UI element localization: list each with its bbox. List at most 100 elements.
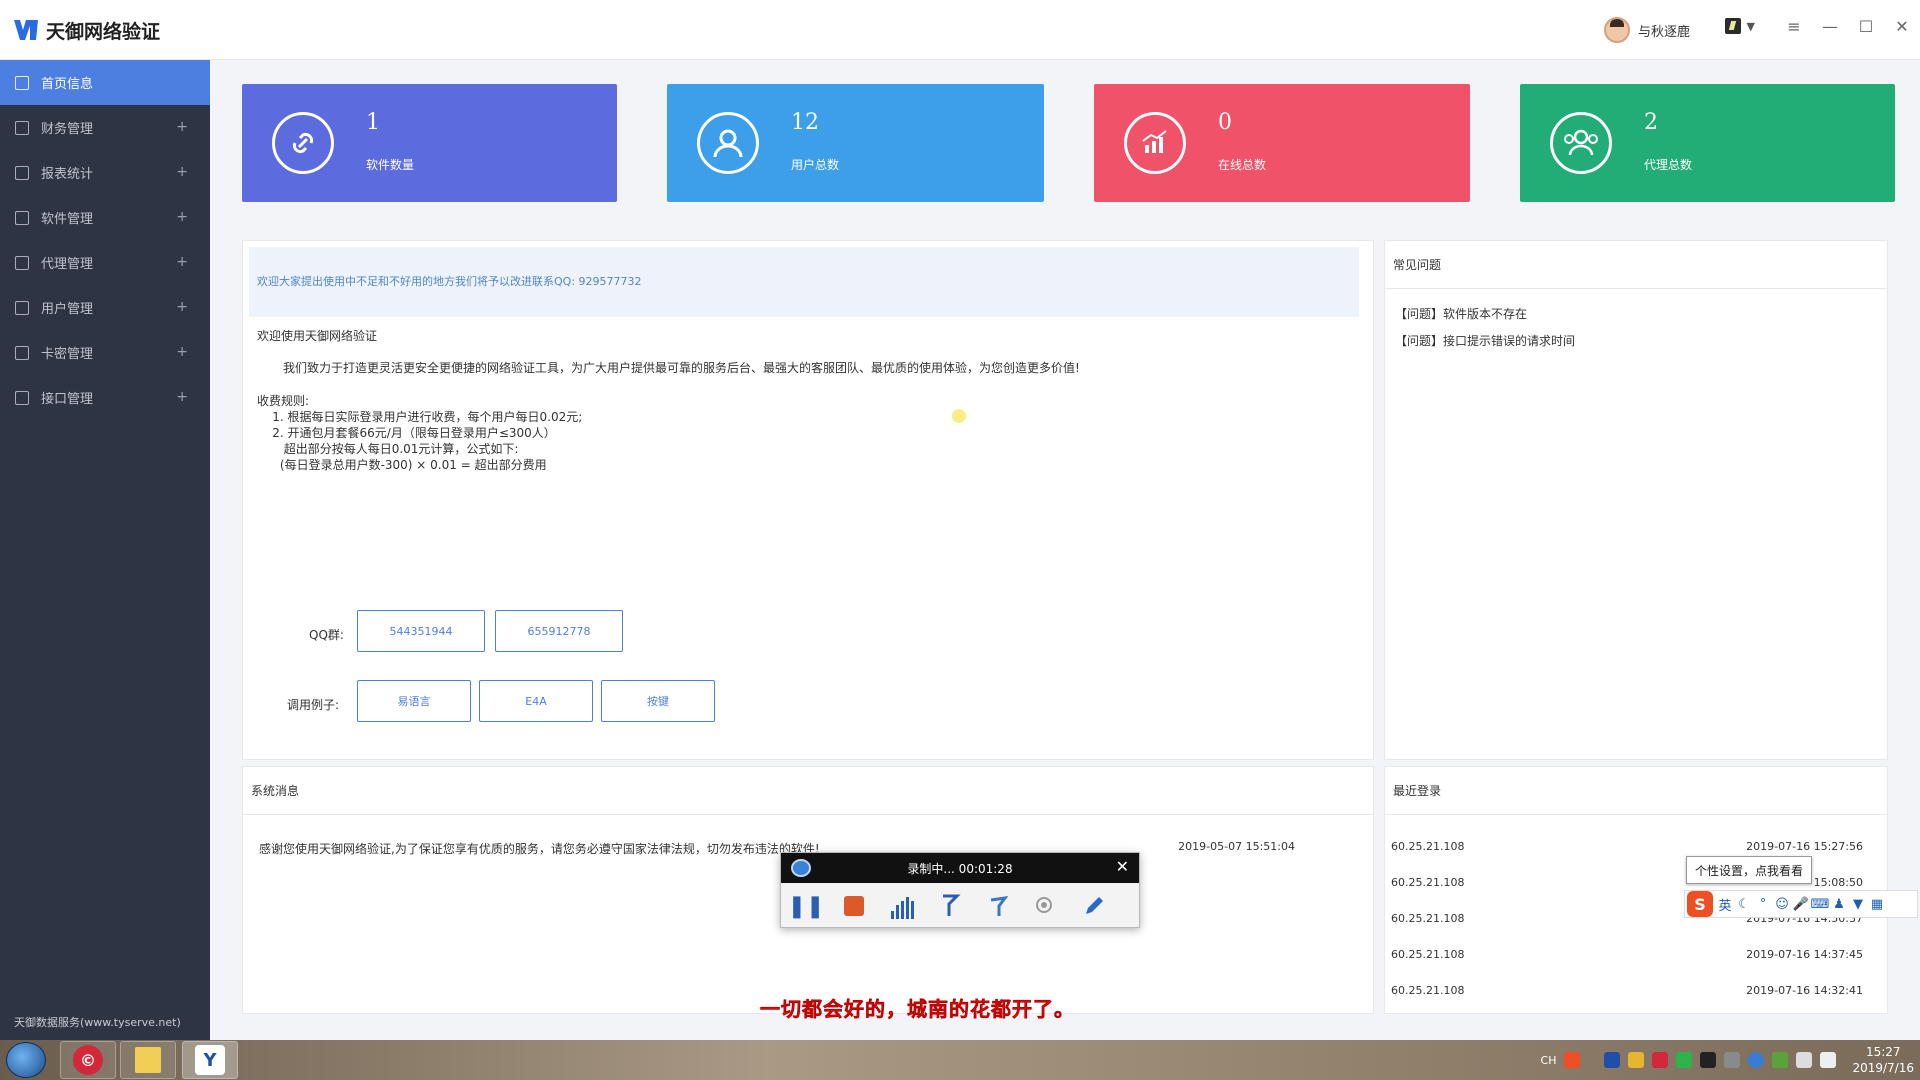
user-center-icon[interactable]: ♟ bbox=[1832, 897, 1846, 912]
recent-login-title: 最近登录 bbox=[1385, 767, 1887, 815]
close-icon[interactable]: ✕ bbox=[1884, 12, 1920, 40]
taskbar: © Y CH 15:27 2019/7/16 bbox=[0, 1040, 1920, 1080]
sidebar: 首页信息 财务管理 + 报表统计 + 软件管理 + 代理管理 + 用户管理 + … bbox=[0, 60, 210, 1040]
ime-lang-toggle[interactable]: 英 bbox=[1718, 897, 1732, 914]
expand-icon: + bbox=[176, 119, 188, 135]
sogou-ime-icon[interactable]: S bbox=[1687, 891, 1713, 917]
rule-line: (每日登录总用户数-300) × 0.01 = 超出部分费用 bbox=[257, 458, 547, 472]
sogou-tray-icon[interactable] bbox=[1564, 1052, 1581, 1068]
keyboard-icon[interactable]: ⌨ bbox=[1811, 897, 1830, 912]
stat-label: 代理总数 bbox=[1644, 158, 1693, 172]
example-button-eyuyan[interactable]: 易语言 bbox=[357, 680, 471, 722]
taskbar-app-tianyu[interactable]: Y bbox=[182, 1041, 238, 1079]
punctuation-icon[interactable]: ° bbox=[1756, 897, 1770, 912]
taskbar-app-netease-music[interactable]: © bbox=[60, 1041, 116, 1079]
highlighter-icon[interactable] bbox=[985, 893, 1011, 919]
qq-group-button[interactable]: 655912778 bbox=[495, 610, 623, 652]
faq-title: 常见问题 bbox=[1385, 241, 1887, 289]
stat-label: 软件数量 bbox=[366, 158, 415, 172]
help-tray-icon[interactable] bbox=[1748, 1052, 1765, 1068]
taskbar-app-explorer[interactable] bbox=[120, 1041, 176, 1079]
pause-icon[interactable]: ❚❚ bbox=[788, 893, 825, 919]
system-message: 感谢您使用天御网络验证,为了保证您享有优质的服务，请您务必遵守国家法律法规，切勿… bbox=[259, 842, 820, 856]
toolbox-icon[interactable]: ▦ bbox=[1870, 897, 1884, 912]
expand-icon: + bbox=[176, 209, 188, 225]
microphone-icon[interactable]: 🎤 bbox=[1793, 897, 1809, 912]
netease-tray-icon[interactable] bbox=[1652, 1052, 1669, 1068]
sidebar-footer[interactable]: 天御数据服务(www.tyserve.net) bbox=[14, 1014, 181, 1030]
stat-card-users[interactable]: 12 用户总数 bbox=[667, 84, 1044, 202]
login-ip: 60.25.21.108 bbox=[1391, 948, 1465, 961]
example-button-e4a[interactable]: E4A bbox=[479, 680, 593, 722]
webcam-icon[interactable] bbox=[1033, 893, 1059, 919]
sidebar-item-agents[interactable]: 代理管理 + bbox=[0, 240, 210, 285]
qq-group-button[interactable]: 544351944 bbox=[357, 610, 485, 652]
link-icon bbox=[272, 112, 334, 174]
sidebar-item-label: 首页信息 bbox=[41, 77, 94, 92]
rule-line: 2. 开通包月套餐66元/月（限每日登录用户≤300人） bbox=[257, 426, 556, 440]
card-icon bbox=[15, 345, 29, 360]
sidebar-item-finance[interactable]: 财务管理 + bbox=[0, 105, 210, 150]
maximize-icon[interactable]: ☐ bbox=[1848, 12, 1884, 40]
sidebar-item-users[interactable]: 用户管理 + bbox=[0, 285, 210, 330]
app-logo[interactable]: 天御网络验证 bbox=[12, 14, 160, 46]
window-controls: ≡ — ☐ ✕ bbox=[1776, 12, 1920, 40]
recorder-header[interactable]: 录制中... 00:01:28 ✕ bbox=[781, 853, 1139, 883]
faq-item[interactable]: 【问题】软件版本不存在 bbox=[1395, 305, 1527, 322]
example-button-anjian[interactable]: 按键 bbox=[601, 680, 715, 722]
security-tray-icon[interactable] bbox=[1772, 1052, 1789, 1068]
stat-card-online[interactable]: 0 在线总数 bbox=[1094, 84, 1470, 202]
sidebar-item-cards[interactable]: 卡密管理 + bbox=[0, 330, 210, 375]
menu-icon[interactable]: ≡ bbox=[1776, 12, 1812, 40]
close-icon[interactable]: ✕ bbox=[1116, 857, 1129, 876]
thermometer-icon[interactable] bbox=[1724, 1052, 1741, 1068]
sidebar-item-software[interactable]: 软件管理 + bbox=[0, 195, 210, 240]
login-ip: 60.25.21.108 bbox=[1391, 876, 1465, 889]
network-icon[interactable] bbox=[1796, 1052, 1813, 1068]
report-icon bbox=[15, 165, 29, 180]
tianyu-tray-icon[interactable] bbox=[1604, 1052, 1621, 1068]
skin-shirt-icon[interactable]: ▼ bbox=[1851, 897, 1865, 912]
tray-app-icon[interactable] bbox=[1628, 1052, 1645, 1068]
clock[interactable]: 15:27 2019/7/16 bbox=[1852, 1044, 1914, 1076]
chevron-down-icon: ▼ bbox=[1746, 19, 1755, 33]
ime-indicator[interactable]: CH bbox=[1541, 1054, 1557, 1067]
moon-icon[interactable]: ☾ bbox=[1737, 897, 1751, 912]
skin-icon bbox=[1724, 18, 1741, 34]
group-icon bbox=[1550, 112, 1612, 174]
avatar[interactable] bbox=[1603, 17, 1630, 43]
sidebar-item-reports[interactable]: 报表统计 + bbox=[0, 150, 210, 195]
video-subtitle: 一切都会好的，城南的花都开了。 bbox=[760, 997, 1075, 1022]
rules-title: 收费规则: bbox=[257, 394, 310, 408]
user-menu[interactable]: 与秋逐鹿 bbox=[1603, 14, 1690, 46]
faq-item[interactable]: 【问题】接口提示错误的请求时间 bbox=[1395, 332, 1575, 349]
edit-icon[interactable] bbox=[1081, 893, 1107, 919]
pen-tool-icon[interactable] bbox=[937, 893, 963, 919]
skin-switcher[interactable]: ▼ bbox=[1724, 18, 1755, 34]
start-button[interactable] bbox=[6, 1042, 46, 1078]
stop-button[interactable] bbox=[841, 893, 867, 919]
stat-card-agents[interactable]: 2 代理总数 bbox=[1520, 84, 1895, 202]
qq-tray-icon[interactable] bbox=[1700, 1052, 1717, 1068]
stat-card-software[interactable]: 1 软件数量 bbox=[242, 84, 617, 202]
stop-icon bbox=[844, 896, 864, 916]
sidebar-item-api[interactable]: 接口管理 + bbox=[0, 375, 210, 420]
audio-level-icon[interactable] bbox=[889, 893, 915, 919]
faq-panel: 常见问题 【问题】软件版本不存在 【问题】接口提示错误的请求时间 bbox=[1384, 240, 1888, 760]
contact-notice: 欢迎大家提出使用中不足和不好用的地方我们将予以改进联系QQ: 929577732 bbox=[249, 247, 1359, 317]
login-ip: 60.25.21.108 bbox=[1391, 984, 1465, 997]
wechat-tray-icon[interactable] bbox=[1676, 1052, 1693, 1068]
sidebar-item-home[interactable]: 首页信息 bbox=[0, 60, 210, 105]
minimize-icon[interactable]: — bbox=[1812, 12, 1848, 40]
expand-icon: + bbox=[176, 344, 188, 360]
user-icon bbox=[15, 300, 29, 315]
expand-icon: + bbox=[176, 389, 188, 405]
emoji-icon[interactable]: ☺ bbox=[1775, 897, 1789, 912]
intro-body: 我们致力于打造更灵活更安全更便捷的网络验证工具，为广大用户提供最可靠的服务后台、… bbox=[283, 361, 1080, 375]
api-icon bbox=[15, 390, 29, 405]
volume-icon[interactable] bbox=[1820, 1052, 1837, 1068]
camera-icon bbox=[791, 859, 811, 877]
logo-icon bbox=[12, 16, 40, 44]
software-icon bbox=[15, 210, 29, 225]
ime-tooltip[interactable]: 个性设置，点我看看 bbox=[1686, 856, 1812, 884]
